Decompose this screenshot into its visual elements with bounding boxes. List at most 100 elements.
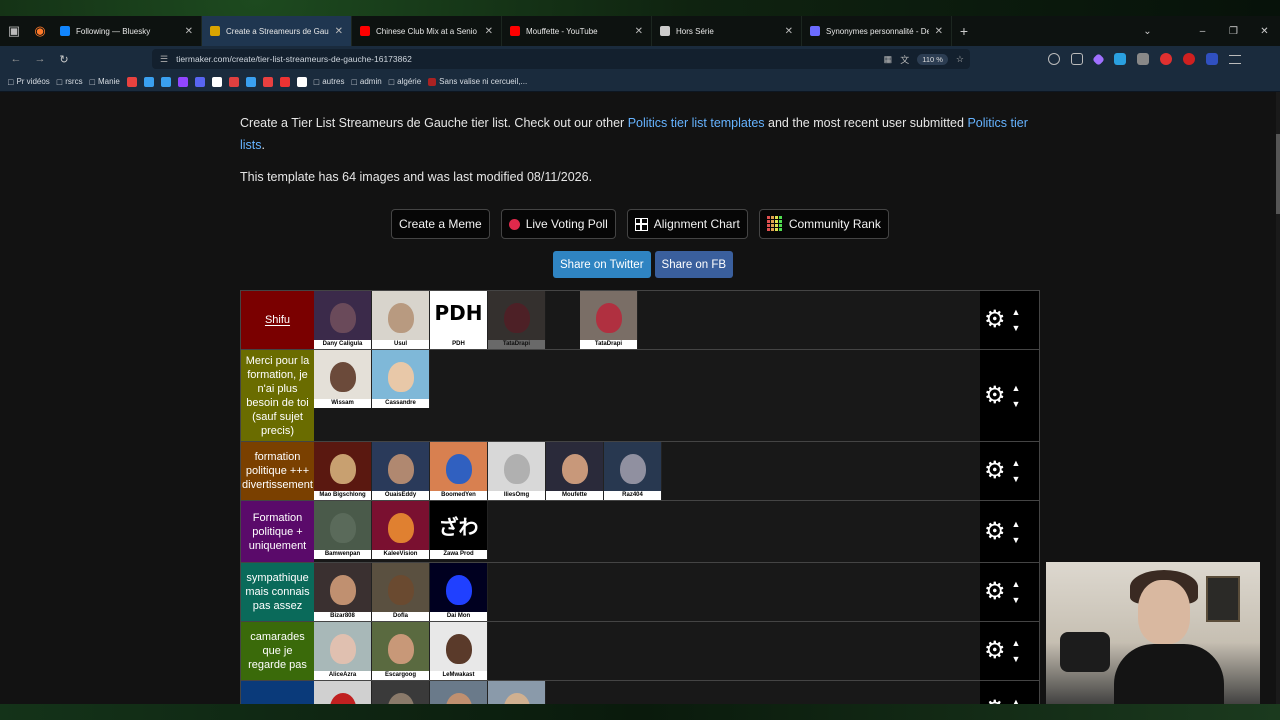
gear-icon[interactable]: ⚙ [984,580,1006,604]
tier-label[interactable]: Shifu [241,291,314,349]
browser-tab[interactable]: Chinese Club Mix at a Senio ✕ [352,16,502,46]
tier-item-card[interactable]: Cassandre [372,350,430,408]
tier-item-card[interactable]: PDH PDH [430,291,488,349]
gear-icon[interactable]: ⚙ [984,383,1006,408]
tier-label[interactable]: camarades que je regarde pas [241,622,314,680]
tier-items[interactable]: Bamwenpan KaleeVision ざわ Zawa Prod [314,501,980,562]
tier-item-card[interactable]: TataDrapi [488,291,546,349]
bookmark-star-icon[interactable]: ☆ [956,54,964,65]
tier-label[interactable]: Merci pour la formation, je n'ai plus be… [241,350,314,441]
tier-item-card[interactable]: Raz404 [604,442,662,500]
tab-close-icon[interactable]: ✕ [935,26,943,37]
address-bar[interactable]: ☰ tiermaker.com/create/tier-list-streame… [152,49,970,69]
bookmark-item[interactable] [211,76,222,87]
bookmark-item[interactable] [296,76,307,87]
reader-view-icon[interactable]: ▦ [884,54,893,65]
tier-items[interactable]: Mao Bigschlong OuaisEddy BoomedYen IliesOmg… [314,442,980,500]
chevron-up-icon[interactable]: ▲ [1012,519,1021,529]
close-window-button[interactable]: ✕ [1249,26,1280,37]
browser-tab[interactable]: Mouffette - YouTube ✕ [502,16,652,46]
tier-item-card[interactable]: Dofla [372,563,430,621]
chevron-up-icon[interactable]: ▲ [1012,383,1021,393]
proton-extension-icon[interactable] [1092,52,1105,66]
tier-items[interactable]: Dany Caligula Usul PDH PDH TataDrapi TataDrap… [314,291,980,349]
zoom-level[interactable]: 110 % [917,53,948,65]
tier-label[interactable]: sympathique mais connais pas assez [241,563,314,621]
tab-close-icon[interactable]: ✕ [185,26,193,37]
tab-close-icon[interactable]: ✕ [485,26,493,37]
tier-item-card[interactable]: IliesOmg [488,442,546,500]
tier-item-card[interactable]: Moufette [546,442,604,500]
chevron-up-icon[interactable]: ▲ [1012,458,1021,468]
chevron-up-icon[interactable]: ▲ [1012,697,1021,704]
tier-item-card[interactable]: Dany Caligula [314,291,372,349]
bookmark-item[interactable] [262,76,273,87]
politics-templates-link[interactable]: Politics tier list templates [628,116,765,130]
bookmark-item[interactable] [279,76,290,87]
tier-items[interactable]: Wissam Cassandre [314,350,980,441]
live-voting-poll-button[interactable]: Live Voting Poll [500,209,616,239]
extensions-icon[interactable] [1071,53,1083,65]
extension-mask-icon[interactable] [1137,53,1149,65]
tab-close-icon[interactable]: ✕ [635,26,643,37]
chevron-down-icon[interactable]: ▼ [1012,535,1021,545]
tab-close-icon[interactable]: ✕ [335,26,343,37]
bookmark-item[interactable] [194,76,205,87]
bookmark-folder[interactable]: □ Manie [90,77,120,87]
tier-label[interactable]: formation politique +++ divertissement [241,442,314,500]
bookmark-item[interactable] [228,76,239,87]
tier-item-card[interactable] [372,681,430,704]
chevron-down-icon[interactable]: ▼ [1012,474,1021,484]
chevron-down-icon[interactable]: ▼ [1012,399,1021,409]
chevron-down-icon[interactable]: ▼ [1012,654,1021,664]
tier-items[interactable]: Bizar808 Dofla Dai Mon [314,563,980,621]
tier-item-card[interactable]: KaleeVision [372,501,430,559]
gear-icon[interactable]: ⚙ [984,519,1006,544]
browser-tab[interactable]: Create a Streameurs de Gauche ✕ [202,16,352,46]
bookmark-folder[interactable]: □ Pr vidéos [8,77,50,87]
chevron-up-icon[interactable]: ▲ [1012,579,1021,589]
bookmark-item[interactable] [245,76,256,87]
site-info-icon[interactable]: ☰ [160,54,168,65]
share-twitter-button[interactable]: Share on Twitter [553,251,651,278]
tier-item-card[interactable]: Bamwenpan [314,501,372,559]
bookmark-item[interactable] [177,76,188,87]
bookmark-item[interactable] [143,76,154,87]
tier-item-card[interactable]: Dai Mon [430,563,488,621]
gear-icon[interactable]: ⚙ [984,459,1006,483]
account-icon[interactable] [1048,53,1060,65]
scrollbar-thumb[interactable] [1276,134,1280,214]
bookmark-folder[interactable]: □ autres [314,77,345,87]
tier-label[interactable]: clopesque [241,681,314,704]
browser-tab[interactable]: Following — Bluesky ✕ [52,16,202,46]
chevron-down-icon[interactable]: ▼ [1012,595,1021,605]
back-button[interactable]: ← [4,53,28,65]
tier-item-card[interactable] [314,681,372,704]
tab-overview-icon[interactable]: ▣ [2,19,26,43]
translate-icon[interactable]: 文 [900,53,909,66]
extension-blue-icon[interactable] [1114,53,1126,65]
create-meme-button[interactable]: Create a Meme [391,209,490,239]
bookmark-item[interactable] [126,76,137,87]
bookmark-folder[interactable]: □ admin [351,77,381,87]
tier-items[interactable]: AliceAzra Escargoog LeMwakast [314,622,980,680]
adblock-icon[interactable] [1160,53,1172,65]
tier-item-card[interactable]: AliceAzra [314,622,372,680]
tier-item-card[interactable]: TataDrapi [580,291,638,349]
tier-items[interactable] [314,681,980,704]
extension-shield-icon[interactable] [1183,53,1195,65]
tab-close-icon[interactable]: ✕ [785,26,793,37]
tier-item-card[interactable]: Wissam [314,350,372,408]
bookmark-folder[interactable]: □ algérie [389,77,421,87]
reload-button[interactable]: ↻ [52,53,76,66]
bookmark-item[interactable]: Sans valise ni cercueil,... [428,77,527,86]
tier-item-card[interactable]: OuaisEddy [372,442,430,500]
tier-item-card[interactable]: Bizar808 [314,563,372,621]
tier-item-card[interactable]: LeMwakast [430,622,488,680]
tab-list-chevron-icon[interactable]: ⌄ [1132,26,1163,37]
chevron-up-icon[interactable]: ▲ [1012,307,1021,317]
tier-item-card[interactable]: BoomedYen [430,442,488,500]
browser-tab[interactable]: Synonymes personnalité - Deep ✕ [802,16,952,46]
bookmark-folder[interactable]: □ rsrcs [57,77,83,87]
tier-label[interactable]: Formation politique + uniquement [241,501,314,562]
